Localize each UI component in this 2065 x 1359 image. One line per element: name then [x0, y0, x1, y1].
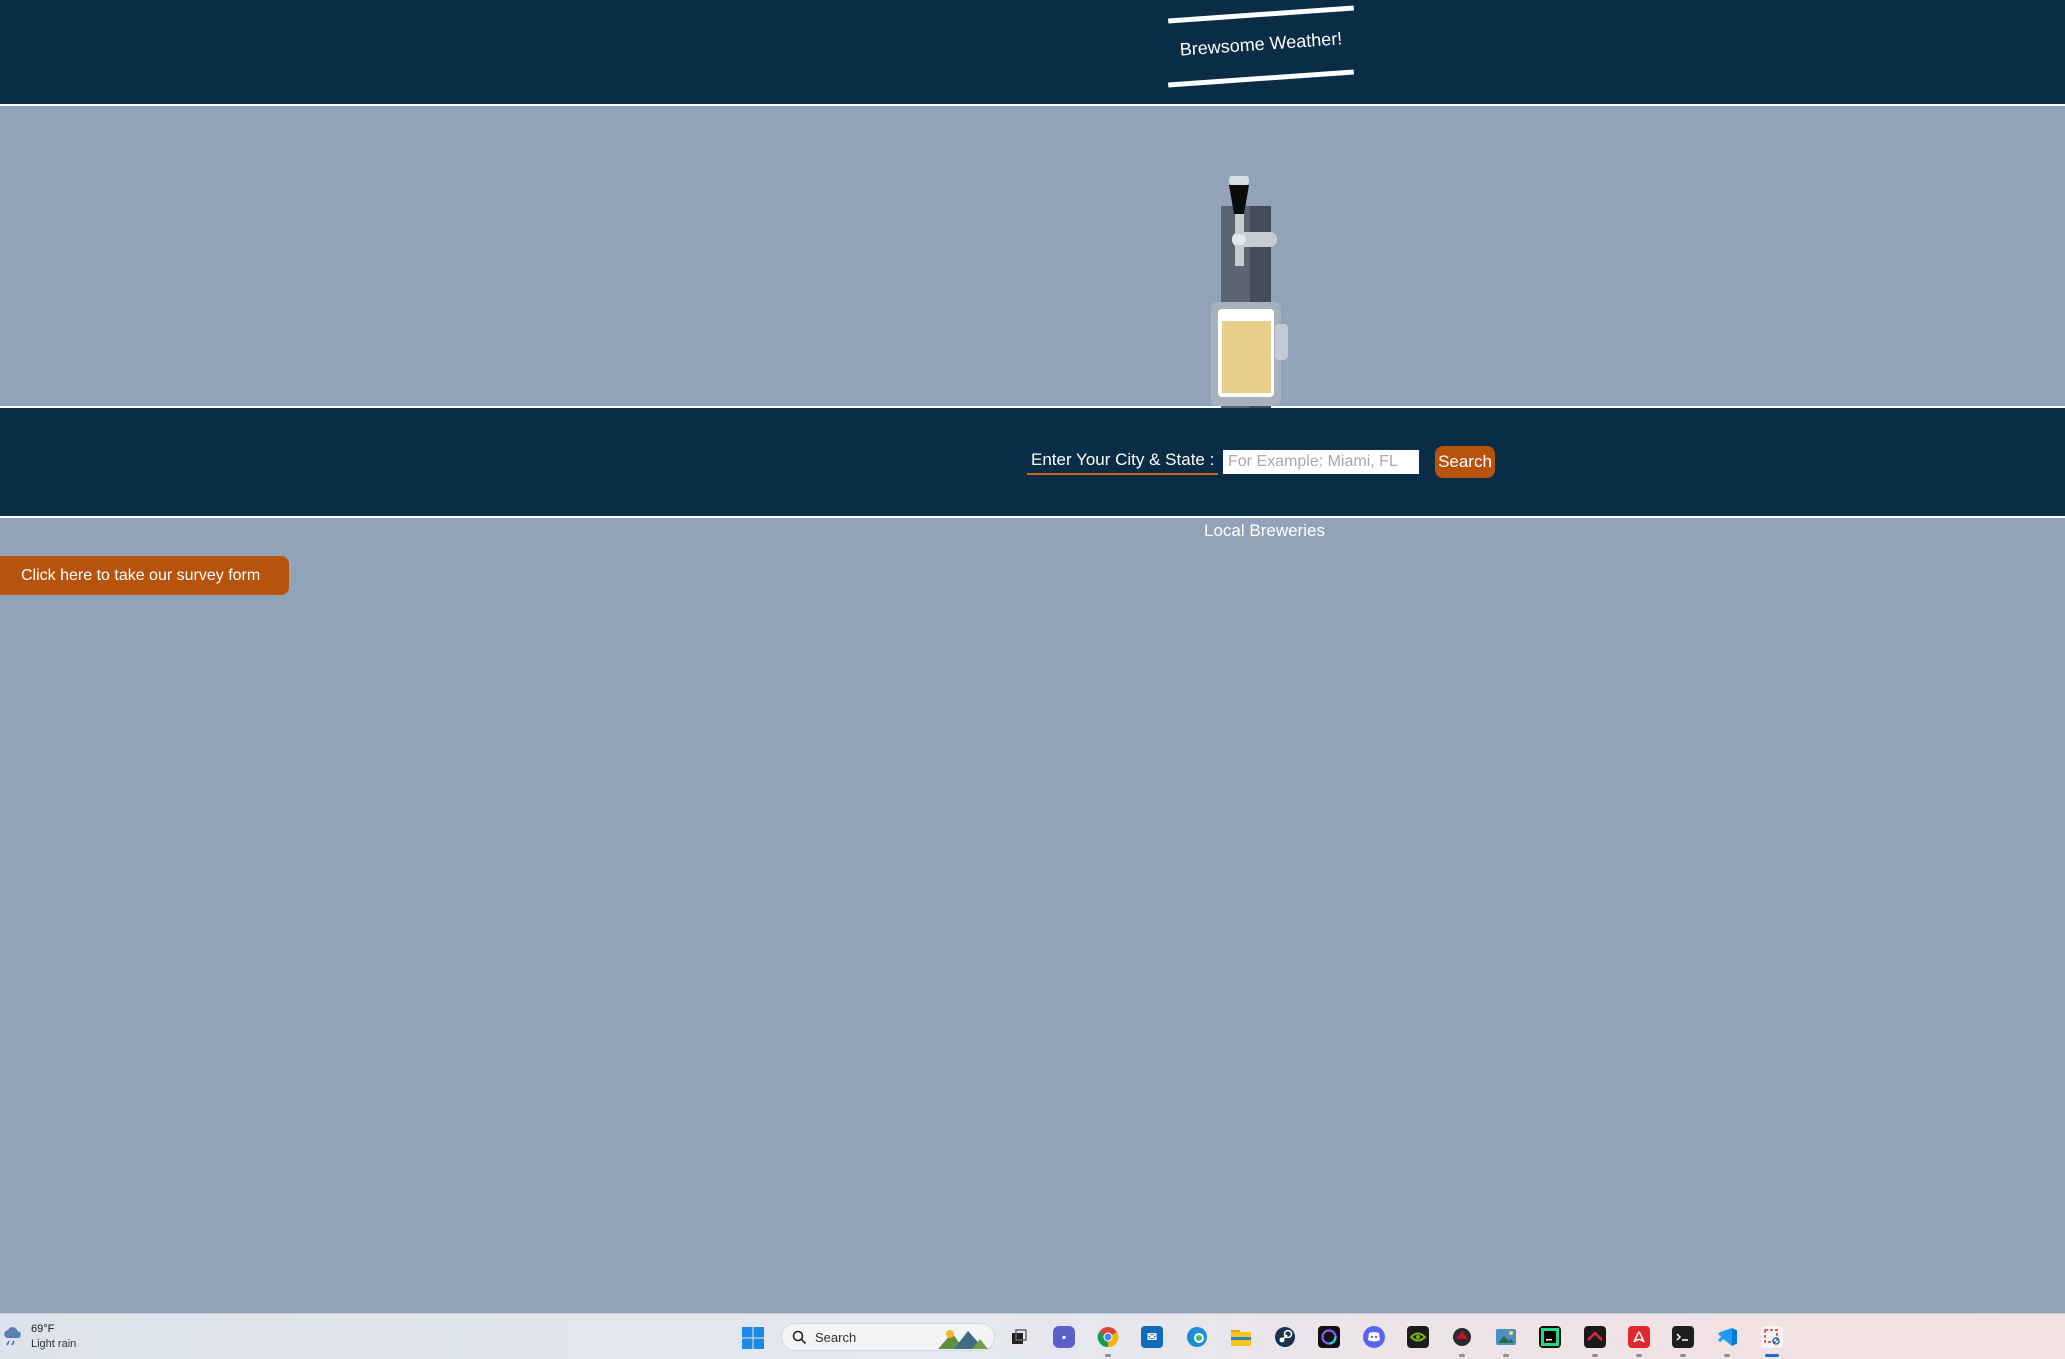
city-state-label: Enter Your City & State :: [1027, 450, 1219, 475]
taskbar: 69°F Light rain Search ▪ ✉: [0, 1313, 2065, 1359]
photos-running-indicator: [1503, 1354, 1509, 1357]
search-icon: [792, 1330, 807, 1345]
msi-afterburner-icon[interactable]: [1451, 1326, 1473, 1348]
vscode-running-indicator: [1724, 1354, 1730, 1357]
msi-center-running-indicator: [1592, 1354, 1598, 1357]
survey-form-button[interactable]: Click here to take our survey form: [0, 556, 289, 595]
terminal-icon[interactable]: [1672, 1326, 1694, 1348]
adobe-acrobat-icon[interactable]: [1628, 1326, 1650, 1348]
file-explorer-icon[interactable]: [1230, 1326, 1252, 1348]
chrome-running-indicator: [1105, 1354, 1111, 1357]
rain-cloud-icon: [4, 1327, 21, 1346]
nvidia-icon[interactable]: [1407, 1326, 1429, 1348]
mail-icon[interactable]: ✉: [1141, 1326, 1163, 1348]
chrome-icon[interactable]: [1097, 1326, 1119, 1348]
edge-icon[interactable]: [1186, 1326, 1208, 1348]
steam-icon[interactable]: [1274, 1326, 1296, 1348]
nzxt-cam-icon[interactable]: [1318, 1326, 1340, 1348]
photos-icon[interactable]: [1495, 1326, 1517, 1348]
logo: Brewsome Weather!: [1168, 0, 1354, 96]
logo-bottom-stripe: [1168, 69, 1354, 88]
snipping-tool-active-indicator: [1765, 1354, 1779, 1357]
msi-center-icon[interactable]: [1584, 1326, 1606, 1348]
windows-start-icon[interactable]: [741, 1326, 765, 1350]
weather-temperature: 69°F: [31, 1323, 55, 1335]
task-view-icon[interactable]: [1008, 1326, 1030, 1348]
taskbar-search[interactable]: Search: [781, 1323, 995, 1351]
pycharm-icon[interactable]: [1539, 1326, 1561, 1348]
weather-description: Light rain: [31, 1338, 77, 1350]
search-button[interactable]: Search: [1435, 446, 1495, 478]
beer-tap-illustration: [1211, 176, 1288, 408]
taskbar-search-label: Search: [815, 1330, 857, 1345]
adobe-acrobat-running-indicator: [1636, 1354, 1642, 1357]
terminal-running-indicator: [1680, 1354, 1686, 1357]
hero-banner: [0, 106, 2065, 408]
site-header: Brewsome Weather!: [0, 0, 2065, 106]
local-breweries-heading: Local Breweries: [1204, 521, 1325, 540]
snipping-tool-icon[interactable]: [1761, 1326, 1783, 1348]
search-section: Enter Your City & State : Search: [0, 408, 2065, 518]
site-title: Brewsome Weather!: [1179, 28, 1343, 60]
city-state-input[interactable]: [1223, 450, 1419, 474]
logo-top-stripe: [1168, 5, 1354, 24]
teams-icon[interactable]: ▪: [1053, 1326, 1075, 1348]
msi-afterburner-running-indicator: [1459, 1354, 1465, 1357]
vscode-icon[interactable]: [1716, 1326, 1738, 1348]
discord-icon[interactable]: [1363, 1326, 1385, 1348]
search-highlight-icon: [938, 1330, 988, 1349]
